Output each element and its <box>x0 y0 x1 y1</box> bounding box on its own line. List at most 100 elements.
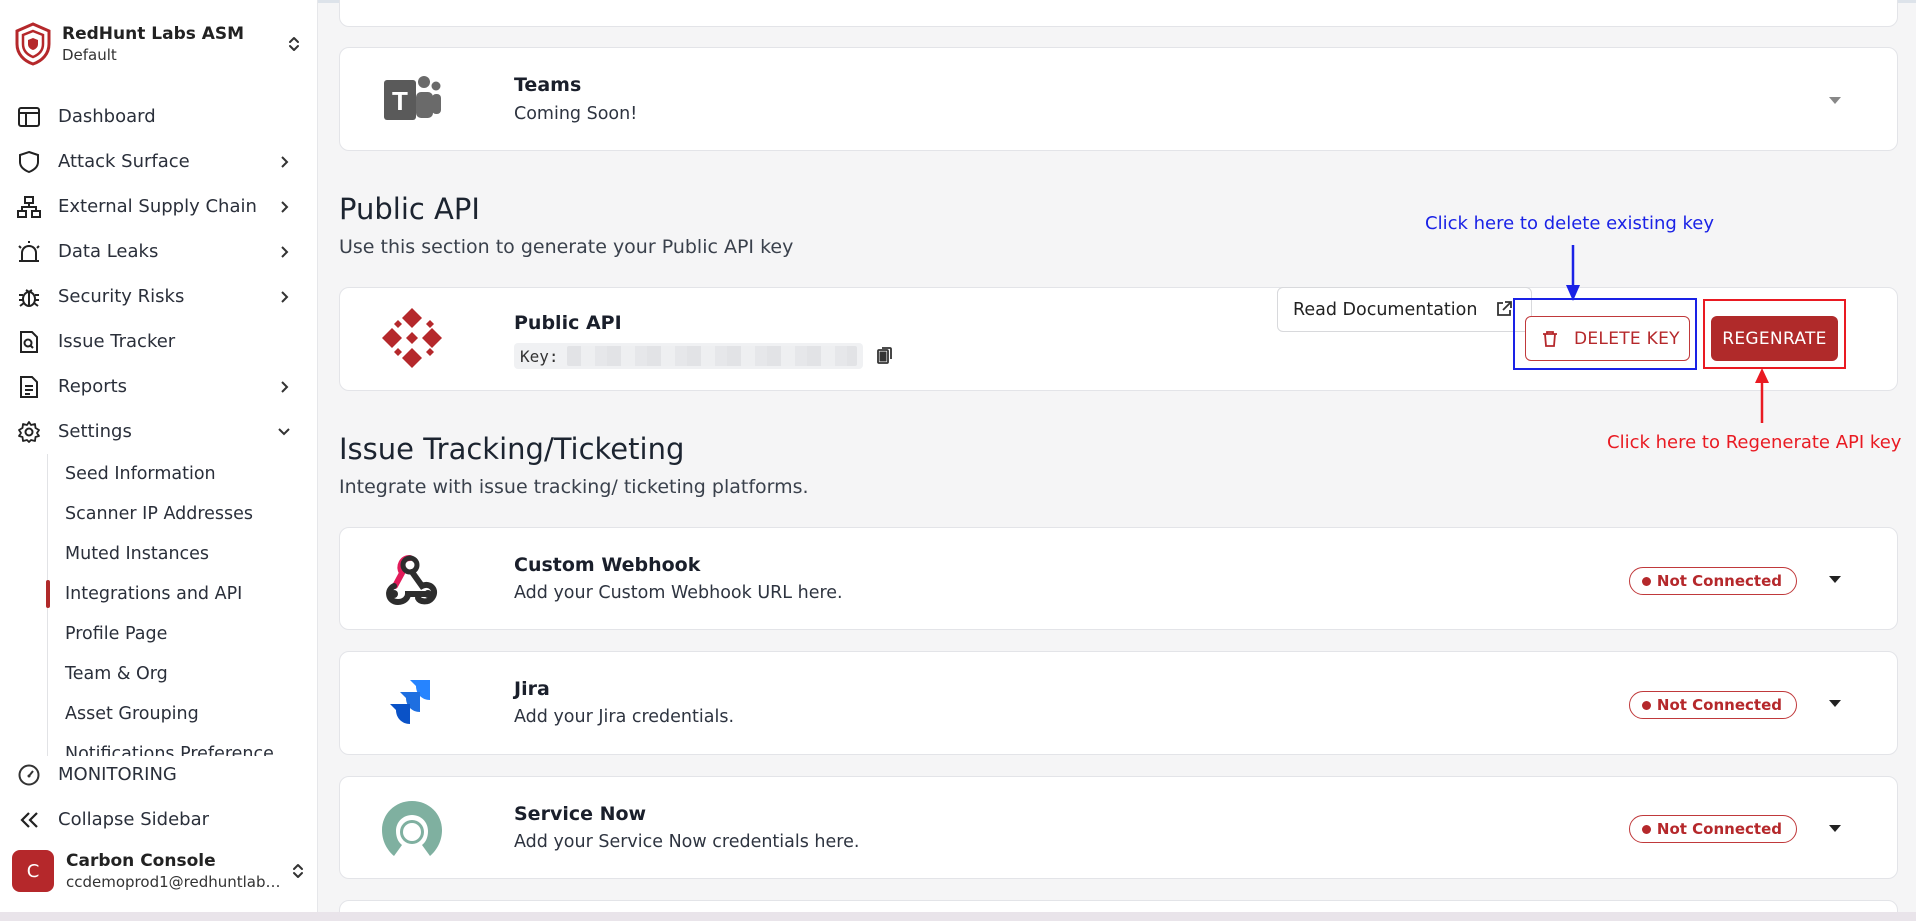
chevron-updown-icon[interactable] <box>288 858 308 884</box>
sidebar-item-label: Attack Surface <box>58 151 190 172</box>
siren-icon <box>16 239 42 265</box>
sidebar-item-settings[interactable]: Settings <box>0 409 318 454</box>
chevron-right-icon <box>274 200 294 214</box>
issue-tracking-section-subtitle: Integrate with issue tracking/ ticketing… <box>339 476 809 498</box>
sidebar-item-label: Reports <box>58 376 128 397</box>
status-badge-label: Not Connected <box>1656 696 1782 714</box>
annotation-arrow-down-icon <box>1566 245 1580 301</box>
regenerate-button[interactable]: REGENRATE <box>1711 316 1838 361</box>
card-description: Add your Service Now credentials here. <box>514 832 860 852</box>
network-icon <box>16 194 42 220</box>
chevron-right-icon <box>274 245 294 259</box>
sidebar-item-dashboard[interactable]: Dashboard <box>0 94 318 139</box>
api-key-row: Key: <box>514 343 895 369</box>
main-content: T Teams Coming Soon! Public API Use this… <box>318 0 1916 921</box>
status-dot <box>1641 576 1651 586</box>
annotation-regenerate-text: Click here to Regenerate API key <box>1607 432 1902 453</box>
chevron-right-icon <box>274 290 294 304</box>
integration-card-jira[interactable]: Jira Add your Jira credentials. Not Conn… <box>339 651 1898 755</box>
sidebar-item-label: External Supply Chain <box>58 196 257 217</box>
card-title: Custom Webhook <box>514 554 701 576</box>
sidebar-item-label: Dashboard <box>58 106 156 127</box>
integration-card-partial <box>339 0 1898 27</box>
webhook-icon <box>380 548 444 612</box>
bug-icon <box>16 284 42 310</box>
public-api-section-title: Public API <box>339 192 480 226</box>
status-badge: Not Connected <box>1628 691 1797 719</box>
gauge-icon <box>16 762 42 788</box>
collapse-sidebar-button[interactable]: Collapse Sidebar <box>0 797 318 842</box>
collapse-sidebar-label: Collapse Sidebar <box>58 809 209 830</box>
status-badge: Not Connected <box>1628 567 1797 595</box>
api-diamond-icon <box>380 306 444 370</box>
chevron-down-icon <box>274 427 294 437</box>
jira-icon <box>380 672 444 736</box>
org-switcher[interactable]: RedHunt Labs ASM Default <box>14 22 304 66</box>
settings-subnav: Seed Information Scanner IP Addresses Mu… <box>0 454 318 756</box>
caret-down-icon[interactable] <box>1827 823 1843 833</box>
card-title: Teams <box>514 74 582 96</box>
issue-tracking-section-title: Issue Tracking/Ticketing <box>339 432 685 466</box>
status-badge: Not Connected <box>1628 815 1797 843</box>
caret-down-icon[interactable] <box>1827 698 1843 708</box>
read-documentation-button[interactable]: Read Documentation <box>1277 287 1532 332</box>
layout-icon <box>16 104 42 130</box>
sidebar-item-monitoring[interactable]: MONITORING <box>0 752 318 797</box>
public-api-section-subtitle: Use this section to generate your Public… <box>339 236 794 258</box>
integration-card-service-now[interactable]: Service Now Add your Service Now credent… <box>339 776 1898 879</box>
card-description: Add your Custom Webhook URL here. <box>514 583 843 603</box>
chevron-right-icon <box>274 380 294 394</box>
avatar: C <box>12 850 54 892</box>
gear-icon <box>16 419 42 445</box>
integration-card-teams[interactable]: T Teams Coming Soon! <box>339 47 1898 151</box>
status-dot <box>1641 700 1651 710</box>
shield-icon <box>16 149 42 175</box>
subnav-item-integrations-and-api[interactable]: Integrations and API <box>0 574 318 614</box>
file-search-icon <box>16 329 42 355</box>
card-title: Jira <box>514 678 550 700</box>
annotation-arrow-up-icon <box>1755 368 1769 423</box>
sidebar-item-external-supply-chain[interactable]: External Supply Chain <box>0 184 318 229</box>
sidebar-item-reports[interactable]: Reports <box>0 364 318 409</box>
sidebar-item-label: Issue Tracker <box>58 331 176 352</box>
delete-key-button[interactable]: DELETE KEY <box>1525 316 1690 361</box>
card-title: Public API <box>514 312 622 334</box>
sidebar-item-attack-surface[interactable]: Attack Surface <box>0 139 318 184</box>
trash-icon <box>1542 330 1558 348</box>
chevron-updown-icon[interactable] <box>284 31 304 57</box>
redhunt-logo-icon <box>14 22 52 66</box>
integration-card-custom-webhook[interactable]: Custom Webhook Add your Custom Webhook U… <box>339 527 1898 630</box>
status-dot <box>1641 824 1651 834</box>
sidebar-item-security-risks[interactable]: Security Risks <box>0 274 318 319</box>
api-key-redacted <box>566 346 857 366</box>
bottom-strip <box>0 912 1916 921</box>
user-switcher[interactable]: C Carbon Console ccdemoprod1@redhuntlabs… <box>12 848 308 894</box>
sidebar-nav: Dashboard Attack Surface External Supply… <box>0 94 318 756</box>
org-workspace: Default <box>62 46 117 64</box>
api-key-field: Key: <box>514 343 863 369</box>
caret-down-icon[interactable] <box>1827 95 1843 105</box>
card-description: Coming Soon! <box>514 104 638 124</box>
svg-text:T: T <box>392 86 408 116</box>
teams-icon: T <box>380 68 444 132</box>
status-badge-label: Not Connected <box>1656 820 1782 838</box>
chevrons-left-icon <box>16 807 42 833</box>
card-title: Service Now <box>514 803 647 825</box>
caret-down-icon[interactable] <box>1827 574 1843 584</box>
api-key-label: Key: <box>520 346 559 366</box>
sidebar-item-data-leaks[interactable]: Data Leaks <box>0 229 318 274</box>
user-name: Carbon Console <box>66 851 216 871</box>
read-documentation-label: Read Documentation <box>1293 299 1478 320</box>
delete-key-label: DELETE KEY <box>1574 328 1680 349</box>
sidebar: RedHunt Labs ASM Default Dashboard Attac… <box>0 0 318 921</box>
sidebar-item-label: Security Risks <box>58 286 185 307</box>
annotation-delete-text: Click here to delete existing key <box>1425 213 1715 234</box>
card-description: Add your Jira credentials. <box>514 707 735 727</box>
sidebar-bottom: MONITORING Collapse Sidebar <box>0 752 318 842</box>
copy-icon[interactable] <box>875 345 895 367</box>
org-name: RedHunt Labs ASM <box>62 24 245 44</box>
user-email: ccdemoprod1@redhuntlabs... <box>66 873 286 891</box>
sidebar-item-issue-tracker[interactable]: Issue Tracker <box>0 319 318 364</box>
sidebar-item-label: Settings <box>58 421 132 442</box>
status-badge-label: Not Connected <box>1656 572 1782 590</box>
